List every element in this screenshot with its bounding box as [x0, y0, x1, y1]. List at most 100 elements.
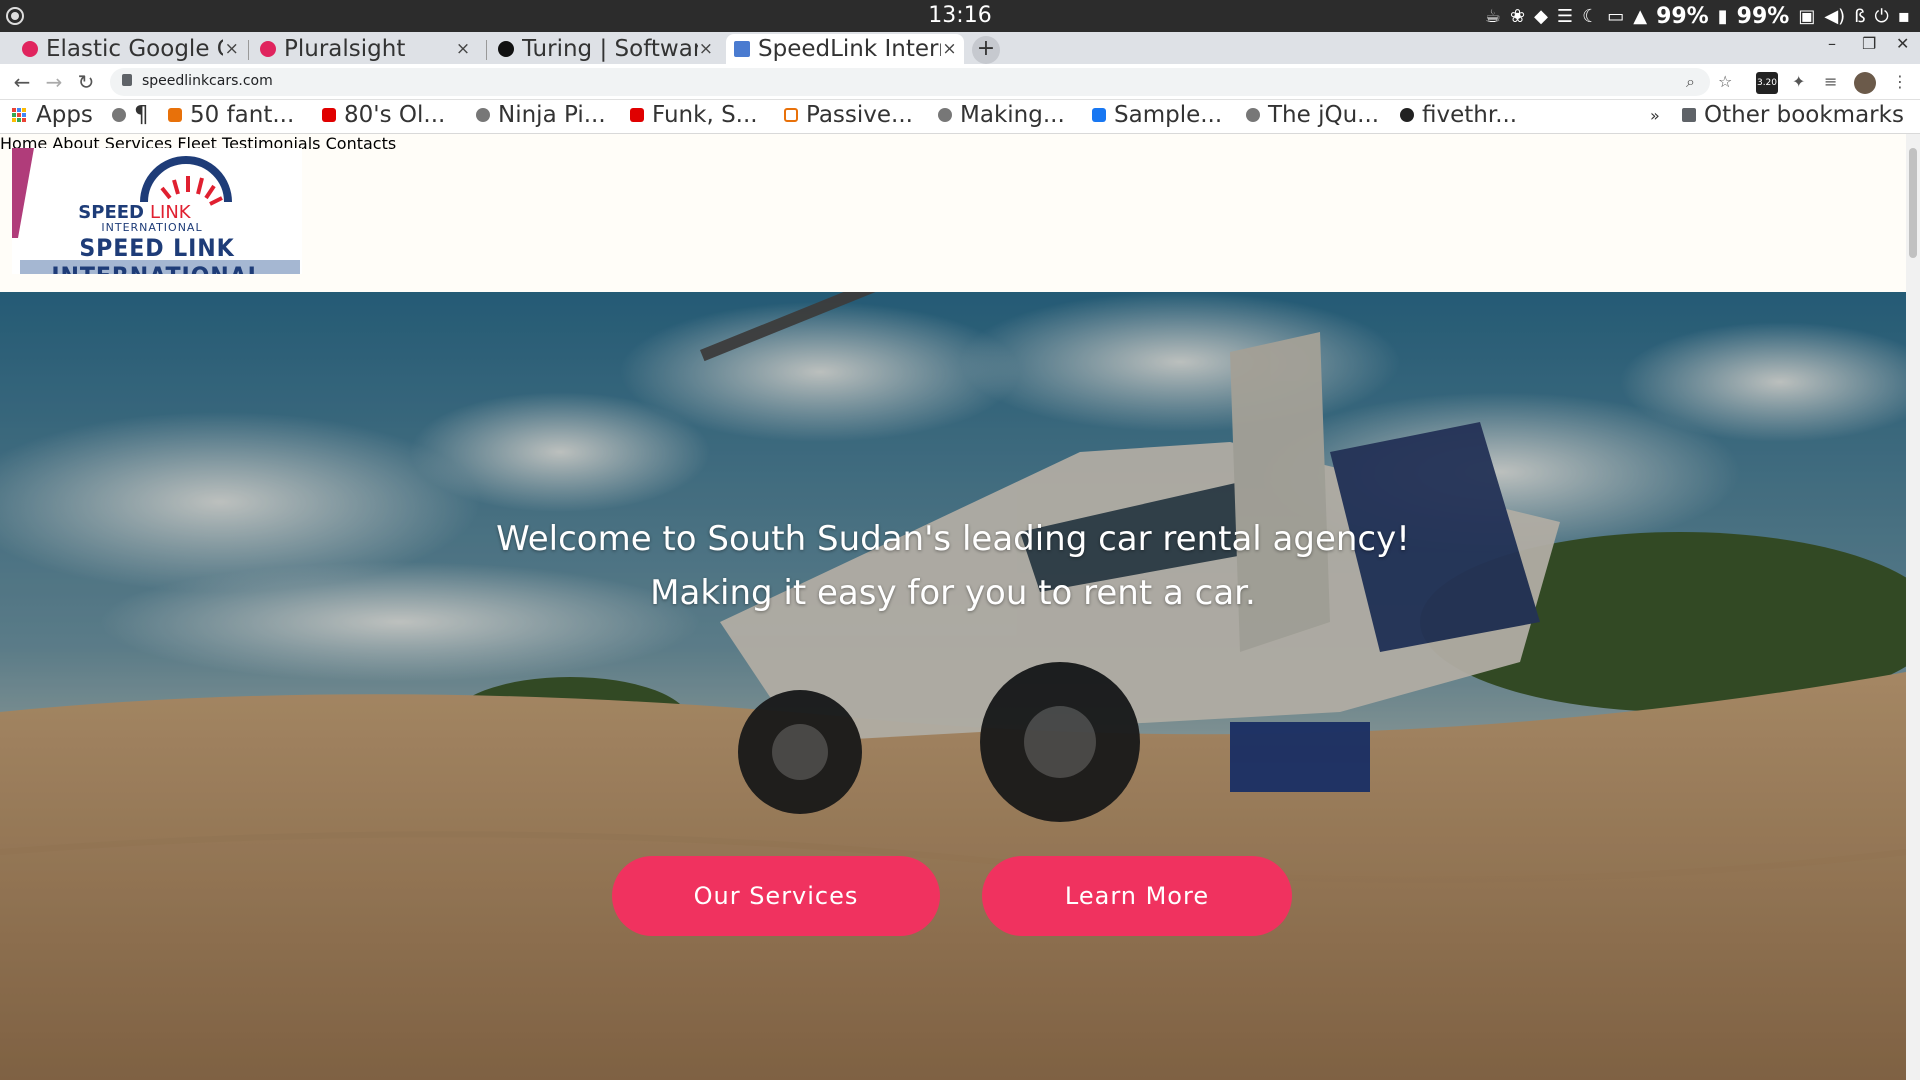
folder-icon [1682, 108, 1696, 122]
bookmark-item[interactable]: Ninja Pi... [476, 102, 606, 128]
hero-section: Welcome to South Sudan's leading car ren… [0, 292, 1906, 1080]
scrollbar-thumb[interactable] [1909, 148, 1917, 258]
tab-favicon-icon [734, 41, 750, 57]
zoom-icon[interactable]: ⌕ [1686, 72, 1695, 92]
bookmark-item[interactable]: 80's Ol... [322, 102, 445, 128]
coffee-icon[interactable]: ☕ [1485, 6, 1501, 27]
facebook-icon [1092, 108, 1106, 122]
youtube-icon [322, 108, 336, 122]
keyboard-icon[interactable]: ▣ [1798, 6, 1815, 27]
chip-icon [784, 108, 798, 122]
bookmark-label: Passive... [806, 102, 913, 128]
power-icon[interactable]: ⏻ [1875, 6, 1889, 27]
site-logo[interactable]: SPEED LINK INTERNATIONAL SPEED LINK INTE… [12, 148, 302, 274]
new-tab-button[interactable]: + [972, 36, 1000, 64]
battery-percent-2: 99% [1736, 4, 1790, 29]
other-bookmarks[interactable]: Other bookmarks [1682, 102, 1904, 128]
apps-grid-icon [12, 108, 26, 122]
bookmark-item[interactable]: Making... [938, 102, 1065, 128]
bell-icon[interactable]: ▲ [1633, 6, 1647, 27]
bookmark-label: Making... [960, 102, 1065, 128]
tab-favicon-icon [498, 41, 514, 57]
bookmark-item[interactable]: Passive... [784, 102, 913, 128]
bookmark-item[interactable]: Funk, S... [630, 102, 758, 128]
bookmark-label: 80's Ol... [344, 102, 446, 128]
bookmark-item[interactable]: The jQu... [1246, 102, 1379, 128]
youtube-icon [630, 108, 644, 122]
page-scrollbar[interactable] [1906, 134, 1920, 1080]
close-icon[interactable]: × [698, 39, 714, 59]
tab-turing[interactable]: Turing | Software × [490, 34, 720, 64]
profile-avatar[interactable] [1854, 72, 1876, 94]
battery-percent-1: 99% [1656, 4, 1709, 29]
restore-icon[interactable]: ❐ [1862, 34, 1876, 53]
nav-contacts[interactable]: Contacts [326, 134, 397, 153]
url-text[interactable]: speedlinkcars.com [142, 73, 273, 89]
browser-toolbar: ← → ↻ speedlinkcars.com ⌕ ☆ 3.20 ✦ ≡ ⋮ [0, 64, 1920, 100]
logo-speed-text: SPEED [78, 202, 144, 223]
address-bar[interactable]: speedlinkcars.com [110, 68, 1710, 96]
tab-speedlink[interactable]: SpeedLink Intern × [726, 34, 964, 64]
logo-link-text: LINK [150, 202, 192, 223]
extensions-puzzle-icon[interactable]: ✦ [1792, 72, 1805, 91]
learn-more-button[interactable]: Learn More [982, 856, 1292, 936]
logo-brand-text: SPEED LINK INTERNATIONAL [51, 234, 261, 274]
battery-icon: ▮ [1717, 6, 1728, 27]
paw-icon[interactable]: ❀ [1510, 6, 1525, 27]
volume-icon[interactable]: ◀) [1824, 6, 1845, 27]
browser-menu-icon[interactable]: ⋮ [1892, 72, 1908, 91]
tab-pluralsight[interactable]: Pluralsight × [252, 34, 478, 64]
system-tray[interactable]: ☕ ❀ ◆ ☰ ☾ ▭ ▲ 99% ▮ 99% ▣ ◀) ß ⏻ ▪ [1485, 4, 1910, 29]
bookmark-label: Ninja Pi... [498, 102, 606, 128]
close-window-icon[interactable]: ✕ [1896, 34, 1909, 53]
os-top-bar: 13:16 ☕ ❀ ◆ ☰ ☾ ▭ ▲ 99% ▮ 99% ▣ ◀) ß ⏻ ▪ [0, 0, 1920, 32]
back-icon[interactable]: ← [10, 70, 34, 94]
tab-title: Turing | Software [522, 36, 698, 62]
logo-international-text: INTERNATIONAL [101, 221, 202, 234]
bookmark-star-icon[interactable]: ☆ [1718, 72, 1732, 91]
extension-badge-icon[interactable]: 3.20 [1756, 72, 1778, 94]
bookmarks-overflow-button[interactable]: » [1650, 106, 1660, 125]
tab-elastic[interactable]: Elastic Google Cl × [14, 34, 246, 64]
bookmark-item[interactable]: fivethr... [1400, 102, 1517, 128]
lock-icon[interactable] [122, 74, 132, 86]
tab-title: SpeedLink Intern [758, 36, 942, 62]
globe-icon [938, 108, 952, 122]
tab-separator [248, 40, 249, 60]
blogger-icon [168, 108, 182, 122]
close-icon[interactable]: × [941, 39, 958, 59]
hero-line-1: Welcome to South Sudan's leading car ren… [496, 519, 1410, 559]
bookmark-label: ¶ [134, 102, 149, 128]
folder-icon[interactable]: ▭ [1607, 6, 1624, 27]
bluetooth-icon[interactable]: ß [1854, 6, 1865, 27]
forward-icon[interactable]: → [42, 70, 66, 94]
hero-line-2: Making it easy for you to rent a car. [650, 573, 1256, 613]
bookmark-item[interactable]: 50 fant... [168, 102, 294, 128]
bookmark-label: Apps [36, 102, 93, 128]
media-control-icon[interactable]: ≡ [1824, 72, 1837, 91]
bookmark-item[interactable]: ¶ [112, 102, 149, 128]
tab-favicon-icon [260, 41, 276, 57]
bookmark-label: 50 fant... [190, 102, 295, 128]
other-bookmarks-label: Other bookmarks [1704, 102, 1904, 128]
tab-favicon-icon [22, 41, 38, 57]
night-light-icon[interactable]: ☾ [1582, 6, 1598, 27]
minimize-icon[interactable]: – [1828, 34, 1836, 53]
bookmark-item[interactable]: Sample... [1092, 102, 1222, 128]
close-icon[interactable]: × [223, 39, 240, 59]
web-page: SPEED LINK INTERNATIONAL SPEED LINK INTE… [0, 134, 1906, 1080]
wifi-icon[interactable]: ◆ [1534, 6, 1548, 27]
bookmark-apps[interactable]: Apps [12, 102, 93, 128]
reload-icon[interactable]: ↻ [74, 70, 98, 94]
tab-title: Pluralsight [284, 36, 406, 62]
fivethirtyeight-icon [1400, 108, 1414, 122]
bookmark-label: The jQu... [1268, 102, 1380, 128]
menu-icon[interactable]: ☰ [1557, 6, 1573, 27]
our-services-button[interactable]: Our Services [612, 856, 940, 936]
hero-heading: Welcome to South Sudan's leading car ren… [0, 512, 1906, 620]
hero-background-image [0, 292, 1906, 1080]
globe-icon [1246, 108, 1260, 122]
tab-title: Elastic Google Cl [46, 36, 224, 62]
show-desktop-icon[interactable]: ▪ [1898, 6, 1910, 27]
close-icon[interactable]: × [454, 39, 472, 59]
